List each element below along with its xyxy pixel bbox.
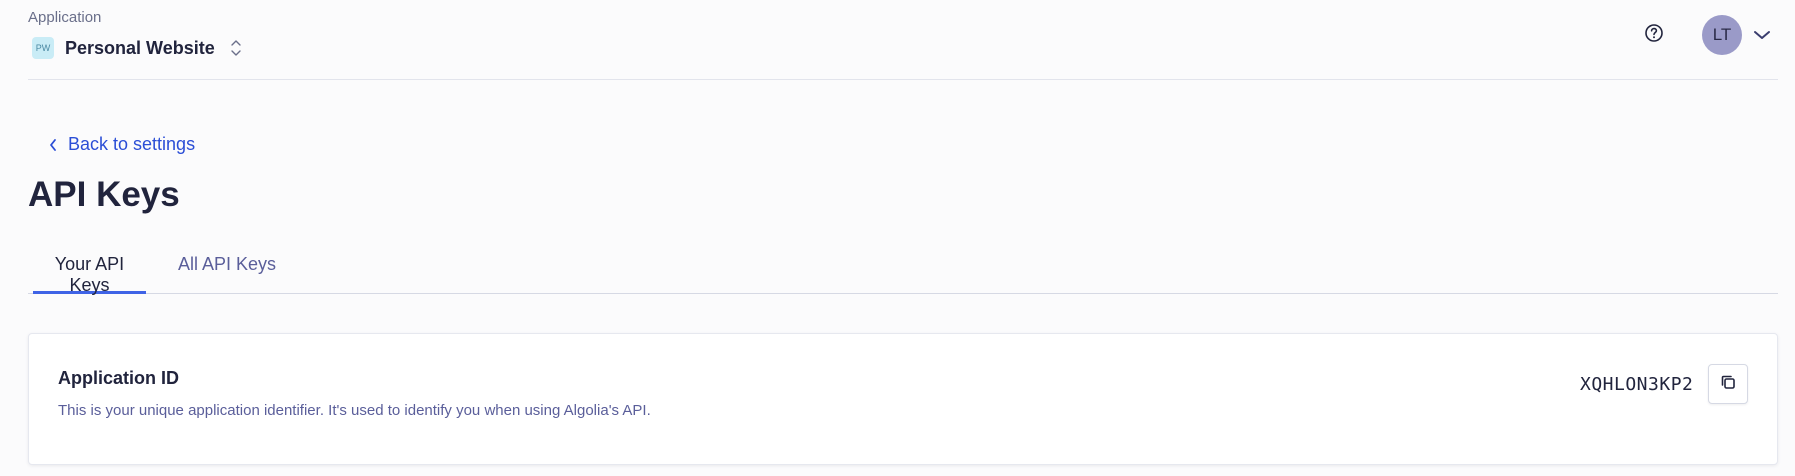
app-label: Application xyxy=(28,9,102,26)
top-header: Application PW Personal Website LT xyxy=(28,0,1778,80)
back-link-label: Back to settings xyxy=(68,134,196,154)
application-id-card: Application ID This is your unique appli… xyxy=(28,333,1778,465)
copy-application-id-button[interactable] xyxy=(1708,364,1748,404)
app-switcher[interactable]: PW Personal Website xyxy=(32,34,242,62)
application-id-description: This is your unique application identifi… xyxy=(58,402,651,419)
help-button[interactable] xyxy=(1641,22,1667,48)
application-id-title: Application ID xyxy=(58,368,179,388)
question-circle-icon xyxy=(1644,23,1664,48)
tab-all-api-keys[interactable]: All API Keys xyxy=(177,254,277,294)
api-keys-tabs: Your API Keys All API Keys xyxy=(28,244,1778,295)
copy-icon xyxy=(1719,373,1737,396)
app-name: Personal Website xyxy=(65,37,215,58)
chevron-left-icon xyxy=(48,138,68,152)
tab-your-api-keys[interactable]: Your API Keys xyxy=(33,254,146,295)
user-menu[interactable]: LT xyxy=(1702,15,1772,55)
back-to-settings-link[interactable]: Back to settings xyxy=(48,134,195,155)
app-avatar: PW xyxy=(32,37,54,59)
chevron-down-icon xyxy=(1742,29,1772,41)
api-keys-page: Application PW Personal Website LT Back … xyxy=(0,0,1795,476)
application-id-value: XQHLON3KP2 xyxy=(1580,374,1694,395)
updown-chevron-icon xyxy=(230,37,242,59)
avatar: LT xyxy=(1702,15,1742,55)
page-title: API Keys xyxy=(28,175,180,214)
